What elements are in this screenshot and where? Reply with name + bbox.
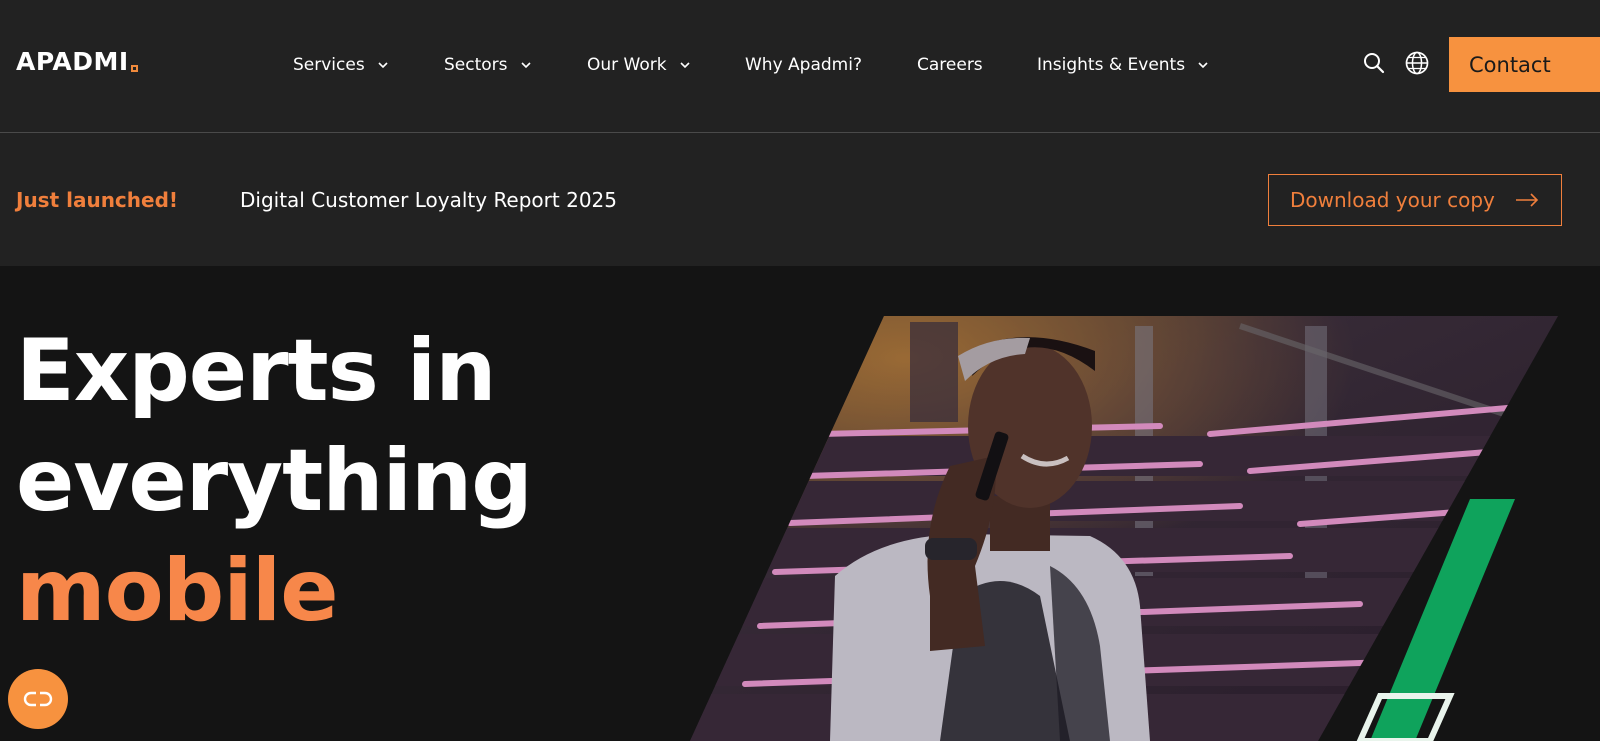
nav-item-sectors[interactable]: Sectors bbox=[444, 48, 532, 82]
hero-headline-line-1: Experts in bbox=[16, 321, 496, 421]
nav-item-insights-events[interactable]: Insights & Events bbox=[1037, 48, 1209, 82]
logo-square-mark bbox=[130, 65, 138, 72]
nav-item-label: Careers bbox=[917, 55, 983, 75]
nav-item-why-apadmi[interactable]: Why Apadmi? bbox=[745, 48, 862, 82]
chat-widget-button[interactable] bbox=[8, 669, 68, 729]
contact-button[interactable]: Contact bbox=[1449, 37, 1600, 92]
logo-text: APADMI bbox=[16, 47, 129, 76]
download-report-button[interactable]: Download your copy bbox=[1268, 174, 1562, 226]
chevron-down-icon bbox=[680, 62, 690, 69]
nav-item-label: Sectors bbox=[444, 55, 508, 75]
nav-item-label: Why Apadmi? bbox=[745, 55, 862, 75]
announcement-title: Digital Customer Loyalty Report 2025 bbox=[240, 188, 617, 212]
nav-item-our-work[interactable]: Our Work bbox=[587, 48, 691, 82]
announcement-tag: Just launched! bbox=[16, 188, 179, 212]
nav-item-label: Insights & Events bbox=[1037, 55, 1186, 75]
arrow-right-icon bbox=[1515, 193, 1539, 207]
hero-headline-line-2: everything bbox=[16, 431, 533, 531]
chevron-down-icon bbox=[1198, 62, 1208, 69]
chevron-down-icon bbox=[520, 62, 531, 69]
nav-item-services[interactable]: Services bbox=[293, 48, 389, 82]
apadmi-logo[interactable]: APADMI bbox=[16, 46, 138, 76]
nav-item-label: Services bbox=[293, 55, 365, 75]
site-header: APADMI Services Sectors Our Work Why Apa… bbox=[0, 0, 1600, 133]
hero-headline-line-3: mobile bbox=[16, 541, 339, 641]
hero-section: Experts in everything mobile bbox=[0, 266, 1600, 741]
nav-item-careers[interactable]: Careers bbox=[917, 48, 983, 82]
search-icon[interactable] bbox=[1363, 52, 1385, 74]
nav-item-label: Our Work bbox=[587, 55, 667, 75]
chat-link-icon bbox=[23, 691, 53, 707]
download-button-label: Download your copy bbox=[1290, 188, 1495, 212]
globe-icon[interactable] bbox=[1405, 51, 1429, 75]
chevron-down-icon bbox=[378, 62, 388, 69]
